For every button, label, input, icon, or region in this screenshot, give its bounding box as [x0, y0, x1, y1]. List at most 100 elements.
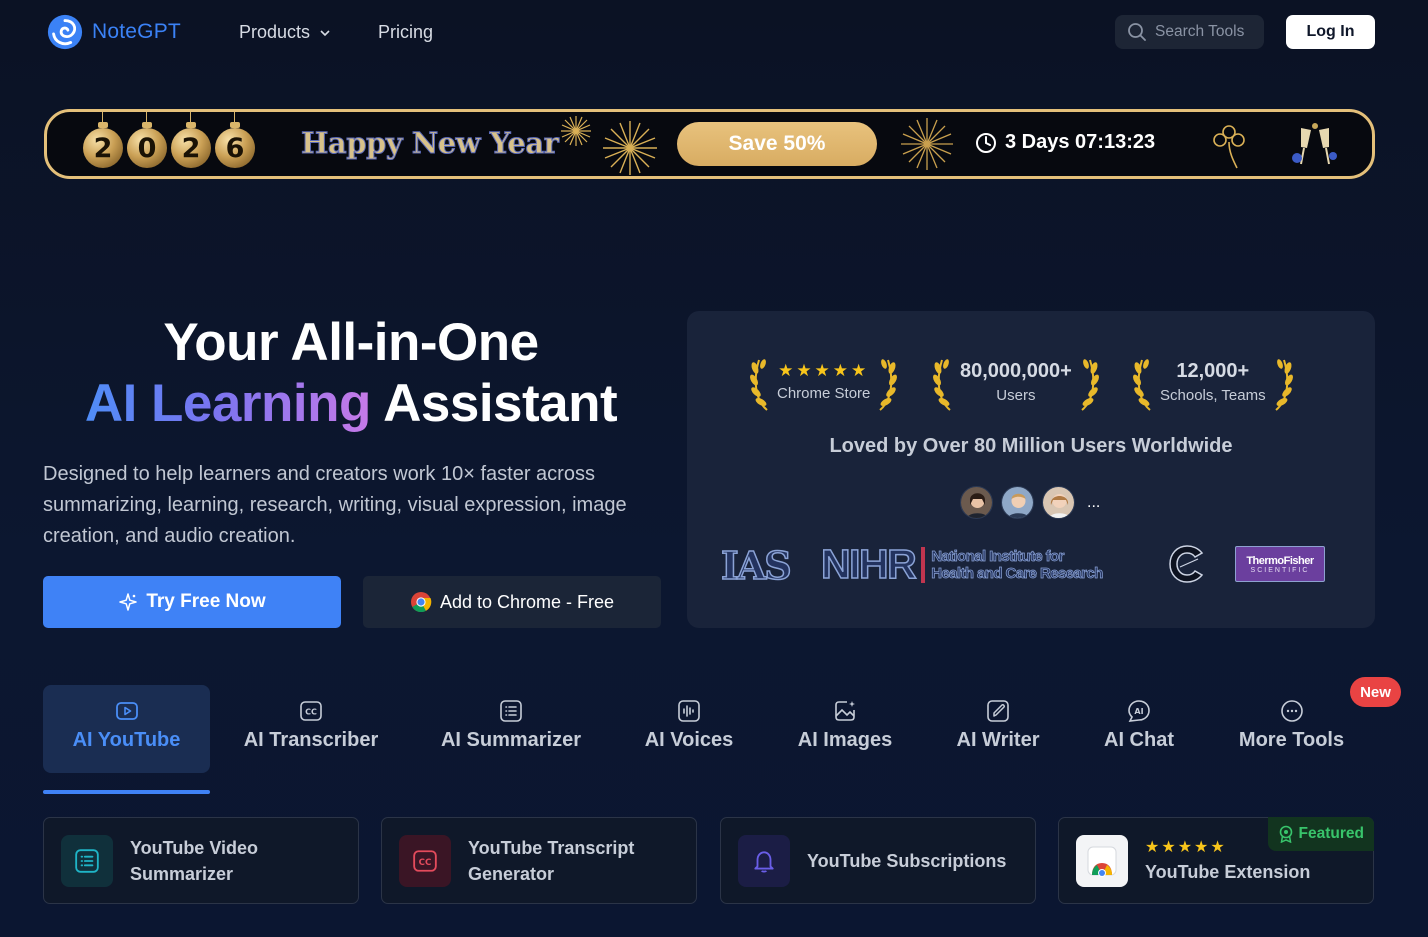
tab-label: More Tools — [1238, 729, 1345, 751]
avatar — [960, 486, 993, 519]
featured-label: Featured — [1298, 825, 1364, 842]
hero-title-line1: Your All-in-One — [163, 313, 539, 372]
card-title-line2: Summarizer — [130, 863, 234, 884]
tab-ai-writer[interactable]: AI Writer — [944, 685, 1052, 773]
image-sparkle-icon — [835, 701, 855, 721]
nihr-subtitle-line2: Health and Care Research — [931, 564, 1104, 582]
save-50-button[interactable]: Save 50% — [677, 122, 877, 166]
tab-label: AI Voices — [644, 729, 734, 751]
schools-label: Schools, Teams — [1160, 387, 1266, 404]
add-to-chrome-label: Add to Chrome - Free — [439, 591, 615, 612]
laurel-left-icon — [933, 359, 951, 411]
hero-title-line2: AI Learning Assistant — [43, 373, 659, 434]
tab-label: AI Transcriber — [243, 729, 379, 751]
chevron-down-icon — [320, 29, 330, 36]
users-value: 80,000,000+ — [960, 360, 1072, 382]
card-icon-bg: CC — [399, 834, 451, 887]
nihr-divider — [921, 546, 926, 583]
social-proof-panel: ★★★★★ Chrome Store 80,000,000+ Users 12,… — [687, 311, 1375, 628]
waveform-icon — [678, 700, 700, 722]
new-badge: New — [1350, 677, 1401, 707]
nihr-subtitle-line1: National Institute for — [931, 547, 1065, 565]
hero-title: Your All-in-One AI Learning Assistant — [43, 312, 659, 434]
card-youtube-video-summarizer[interactable]: YouTube Video Summarizer — [43, 817, 359, 904]
try-free-now-button[interactable]: Try Free Now — [43, 576, 341, 628]
firework-icon — [901, 118, 953, 170]
users-label: Users — [996, 387, 1036, 404]
laurel-right-icon — [879, 359, 898, 411]
happy-new-year-text: Happy New Year — [300, 126, 559, 161]
youtube-play-icon — [115, 702, 138, 720]
card-title-line1: YouTube Transcript — [468, 837, 635, 858]
thermofisher-logo: ThermoFisher SCIENTIFIC — [1235, 546, 1325, 582]
closed-caption-icon: CC — [300, 701, 322, 721]
card-youtube-subscriptions[interactable]: YouTube Subscriptions — [720, 817, 1036, 904]
nihr-logo-text: NIHR — [820, 541, 917, 587]
card-youtube-extension[interactable]: ★★★★★ YouTube Extension Featured — [1058, 817, 1374, 904]
tab-ai-voices[interactable]: AI Voices — [632, 685, 746, 773]
laurel-left-icon — [1133, 359, 1151, 411]
tab-ai-summarizer[interactable]: AI Summarizer — [430, 685, 592, 773]
svg-text:CC: CC — [419, 857, 432, 867]
tab-ai-images[interactable]: AI Images — [786, 685, 904, 773]
brand-name: NoteGPT — [92, 20, 181, 43]
countdown-timer: 3 Days 07:13:23 — [975, 131, 1155, 154]
card-icon-bg — [61, 834, 113, 887]
tab-more-tools[interactable]: More Tools — [1226, 685, 1357, 773]
tab-ai-chat[interactable]: AI AI Chat — [1092, 685, 1186, 773]
search-tools-input[interactable]: Search Tools — [1115, 15, 1264, 49]
svg-text:AI: AI — [1134, 707, 1143, 716]
rating-stars: ★★★★★ — [778, 361, 870, 380]
login-button[interactable]: Log In — [1286, 15, 1375, 49]
countdown-text: 3 Days 07:13:23 — [1005, 131, 1156, 153]
ias-logo: IAS — [721, 542, 792, 587]
pen-icon — [987, 700, 1009, 722]
hero-title-highlight: AI Learning — [84, 374, 372, 433]
clover-icon — [1213, 125, 1245, 169]
chrome-store-rating: ★★★★★ Chrome Store — [749, 353, 898, 413]
loved-by-users-text: Loved by Over 80 Million Users Worldwide — [829, 435, 1233, 457]
card-icon-bg — [1076, 834, 1128, 887]
card-icon-bg — [738, 834, 790, 887]
tab-label: AI YouTube — [72, 729, 181, 751]
nav-products-menu[interactable]: Products — [239, 22, 332, 43]
nav-pricing-link[interactable]: Pricing — [378, 22, 433, 43]
search-placeholder: Search Tools — [1155, 23, 1245, 40]
chrome-icon — [1087, 846, 1117, 877]
chrome-icon — [410, 592, 432, 613]
hero-description: Designed to help learners and creators w… — [43, 463, 627, 547]
search-icon — [1128, 23, 1146, 41]
tab-label: AI Images — [797, 729, 893, 751]
new-year-promo-banner[interactable]: 2 0 2 6 Happy New Year Save 50% 3 Days 0… — [44, 109, 1375, 179]
card-title: YouTube Extension — [1145, 861, 1311, 882]
laurel-right-icon — [1274, 359, 1293, 411]
tab-ai-transcriber[interactable]: CC AI Transcriber — [232, 685, 390, 773]
tab-label: AI Writer — [956, 729, 1040, 751]
tab-label: AI Summarizer — [440, 729, 582, 751]
year-digit: 2 — [171, 112, 211, 168]
schools-value: 12,000+ — [1176, 360, 1250, 382]
featured-badge: Featured — [1267, 817, 1374, 851]
year-digit: 2 — [83, 112, 123, 168]
avatar — [1042, 486, 1075, 519]
thermofisher-name: ThermoFisher — [1246, 554, 1314, 567]
nihr-subtitle: National Institute for Health and Care Re… — [931, 547, 1104, 582]
card-youtube-transcript-generator[interactable]: CC YouTube Transcript Generator — [381, 817, 697, 904]
list-icon — [500, 700, 522, 722]
card-title-line2: Generator — [468, 863, 555, 884]
closed-caption-icon: CC — [413, 849, 437, 872]
add-to-chrome-button[interactable]: Add to Chrome - Free — [363, 576, 661, 628]
try-free-label: Try Free Now — [146, 591, 266, 612]
tab-ai-youtube[interactable]: AI YouTube — [43, 685, 210, 773]
nav-products-label: Products — [239, 22, 311, 42]
clock-icon — [976, 132, 996, 153]
avatar — [1001, 486, 1034, 519]
svg-text:CC: CC — [305, 708, 317, 717]
card-title: YouTube Subscriptions — [807, 850, 1007, 871]
brand-logo[interactable]: NoteGPT — [46, 13, 181, 51]
year-digit: 6 — [215, 112, 255, 168]
year-digit: 0 — [127, 112, 167, 168]
laurel-left-icon — [750, 359, 768, 411]
ai-chat-icon: AI — [1128, 700, 1150, 722]
card-title: YouTube Video Summarizer — [130, 835, 258, 887]
